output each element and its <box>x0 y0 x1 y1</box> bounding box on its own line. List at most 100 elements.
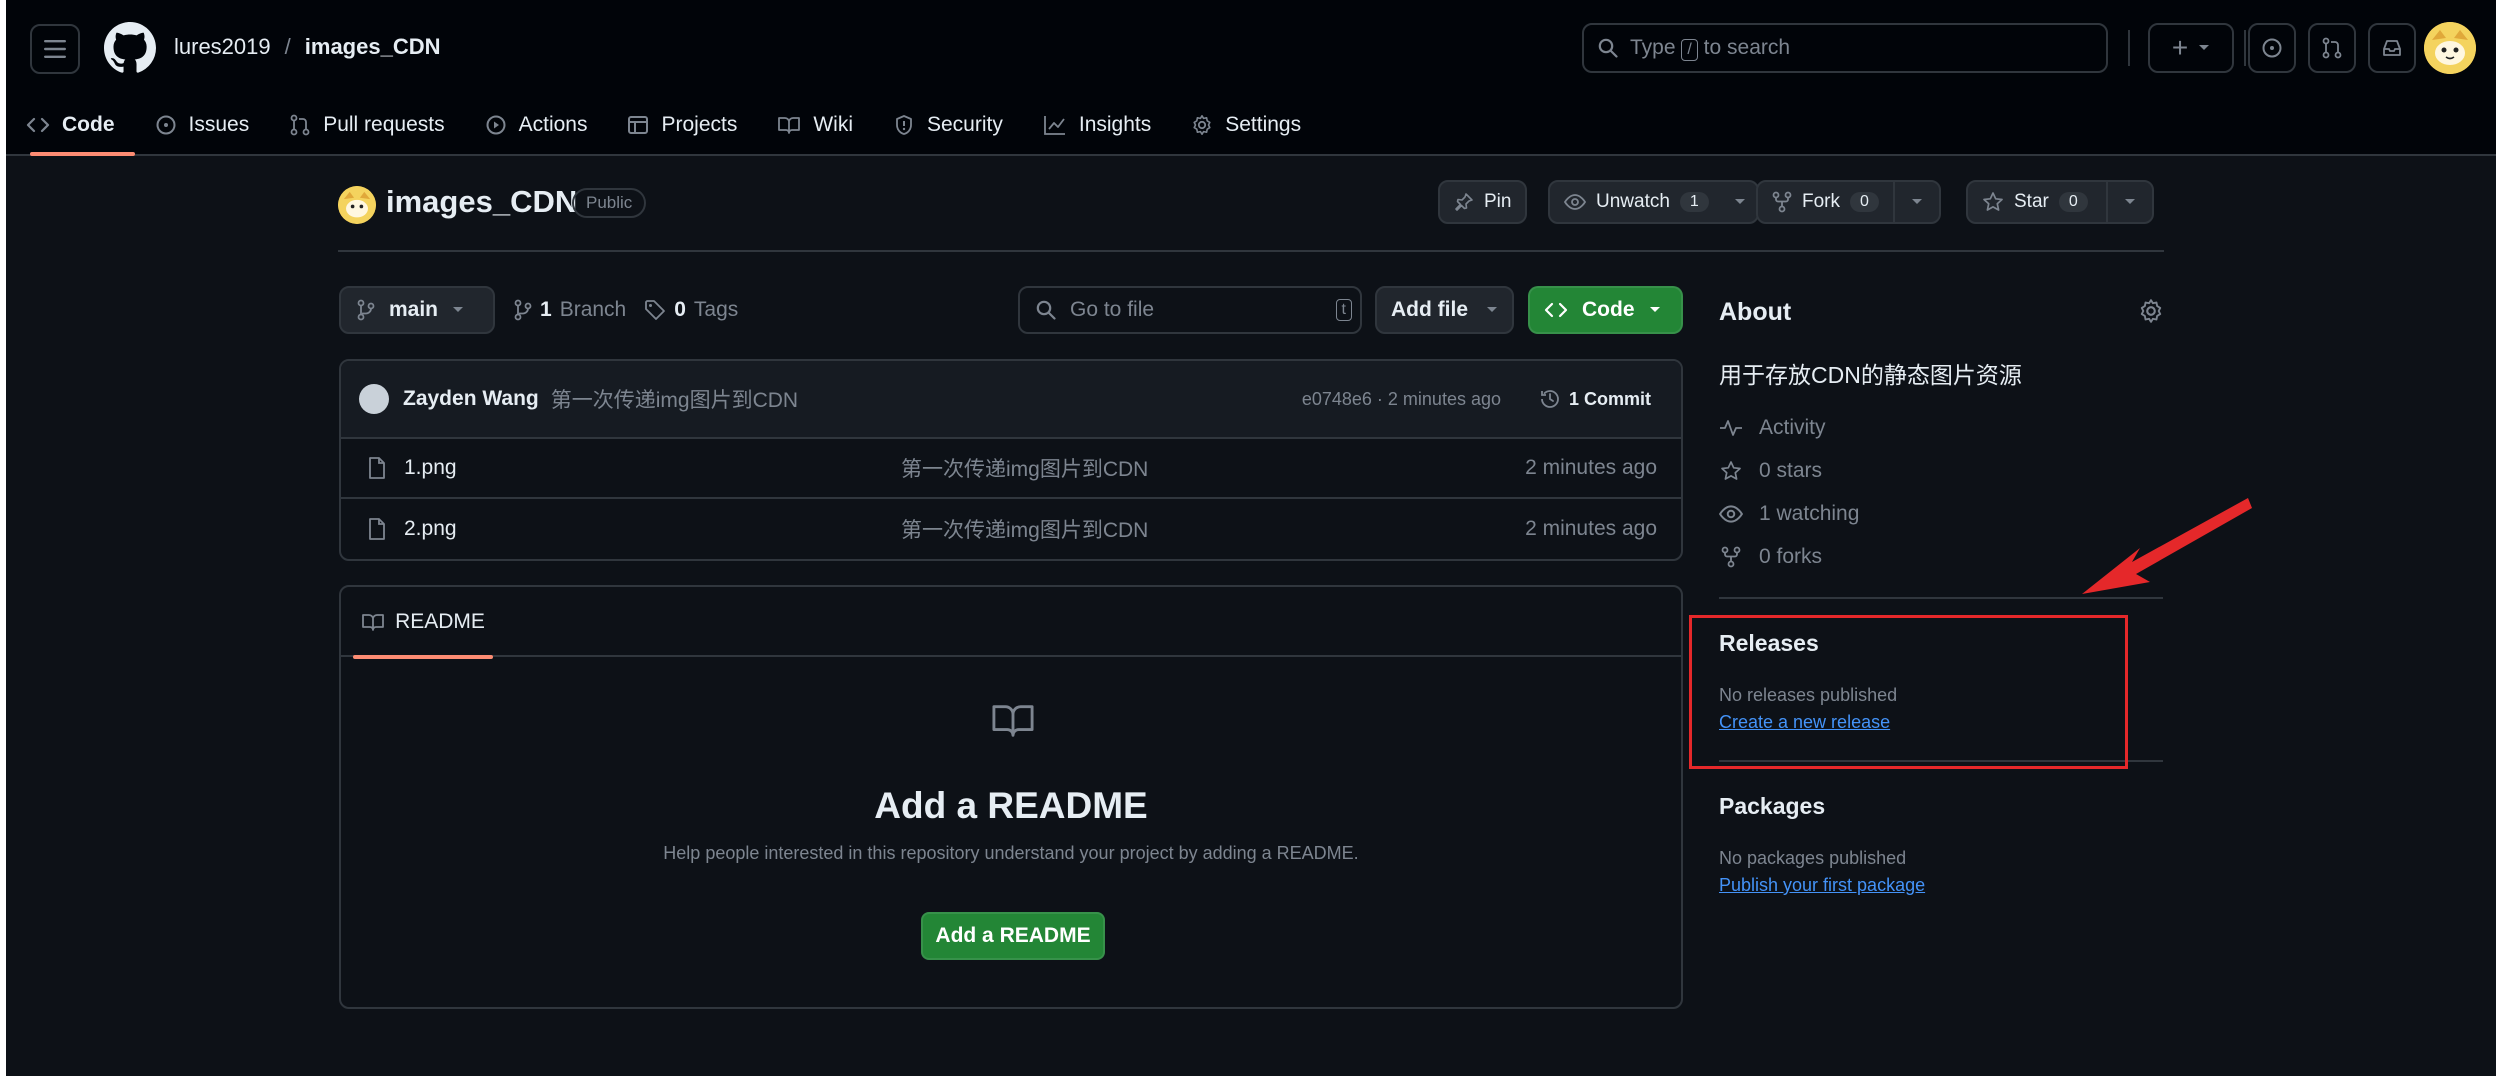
tab-pull-requests[interactable]: Pull requests <box>269 96 464 154</box>
add-readme-button[interactable]: Add a README <box>921 912 1105 960</box>
tab-label: Settings <box>1225 113 1302 136</box>
fork-label: Fork <box>1802 191 1840 212</box>
commit-author[interactable]: Zayden Wang <box>403 387 539 411</box>
unwatch-button[interactable]: Unwatch 1 <box>1548 180 1759 224</box>
tab-label: Wiki <box>813 113 853 136</box>
forks-link[interactable]: 0 forks <box>1719 545 1822 569</box>
graph-icon <box>1043 116 1065 135</box>
tab-label: Projects <box>661 113 738 136</box>
go-to-file-placeholder: Go to file <box>1070 298 1155 321</box>
file-time: 2 minutes ago <box>1525 517 1657 540</box>
branch-count: 1 <box>540 298 552 321</box>
fork-button[interactable]: Fork 0 <box>1756 180 1941 224</box>
stars-link[interactable]: 0 stars <box>1719 459 1822 483</box>
tab-code[interactable]: Code <box>6 96 135 156</box>
pin-button[interactable]: Pin <box>1438 180 1528 224</box>
repo-title[interactable]: images_CDN <box>386 184 577 220</box>
code-button[interactable]: Code <box>1528 286 1683 334</box>
search-input[interactable]: Type / to search <box>1582 23 2108 73</box>
readme-tabbar: README <box>341 587 1681 659</box>
fork-icon <box>1772 191 1792 213</box>
tab-security[interactable]: Security <box>873 96 1023 154</box>
tab-label: Security <box>927 113 1003 136</box>
watch-count: 1 <box>1679 192 1709 212</box>
readme-tab[interactable]: README <box>353 587 493 659</box>
commits-link[interactable]: 1 Commit <box>1539 388 1651 410</box>
latest-commit-row: Zayden Wang 第一次传递img图片到CDN e0748e6 · 2 m… <box>341 361 1681 439</box>
about-settings-button[interactable] <box>2138 298 2164 324</box>
file-time: 2 minutes ago <box>1525 456 1657 479</box>
search-placeholder: Type / to search <box>1630 35 1791 61</box>
watching-link[interactable]: 1 watching <box>1719 502 1859 526</box>
file-row[interactable]: 2.png 第一次传递img图片到CDN 2 minutes ago <box>341 499 1681 559</box>
file-name[interactable]: 1.png <box>404 456 457 480</box>
stars-label: 0 stars <box>1759 459 1823 482</box>
inbox-button[interactable] <box>2368 23 2416 73</box>
forks-label: 0 forks <box>1759 545 1823 568</box>
add-file-label: Add file <box>1391 298 1468 321</box>
code-label: Code <box>1582 298 1635 321</box>
unwatch-dropdown[interactable] <box>1723 182 1757 222</box>
tab-label: Issues <box>188 113 250 136</box>
global-header: lures2019 / images_CDN Type / to search … <box>6 0 2496 156</box>
menu-button[interactable] <box>30 24 80 74</box>
branch-selector[interactable]: main <box>339 286 495 334</box>
watching-label: 1 watching <box>1759 502 1860 525</box>
tab-settings[interactable]: Settings <box>1171 96 1321 154</box>
fork-icon <box>1721 546 1741 568</box>
pulse-icon <box>1720 420 1742 436</box>
tab-actions[interactable]: Actions <box>465 96 608 154</box>
tab-insights[interactable]: Insights <box>1023 96 1171 154</box>
visibility-badge: Public <box>572 188 647 218</box>
file-name[interactable]: 2.png <box>404 517 457 541</box>
repo-link[interactable]: images_CDN <box>305 34 441 60</box>
issues-button[interactable] <box>2248 23 2296 73</box>
go-to-file-input[interactable]: Go to file t <box>1018 286 1362 334</box>
tag-count: 0 <box>674 298 686 321</box>
file-icon <box>369 518 385 540</box>
commit-meta[interactable]: e0748e6 · 2 minutes ago <box>1302 389 1501 410</box>
branch-label: Branch <box>559 298 627 321</box>
hamburger-icon <box>44 40 66 58</box>
go-to-file-shortcut: t <box>1335 299 1352 321</box>
star-label: Star <box>2014 191 2049 212</box>
tab-issues[interactable]: Issues <box>135 96 270 154</box>
file-commit-message[interactable]: 第一次传递img图片到CDN <box>901 453 1148 483</box>
tab-wiki[interactable]: Wiki <box>757 96 873 154</box>
pull-requests-button[interactable] <box>2308 23 2356 73</box>
commit-count-label: 1 Commit <box>1568 388 1651 409</box>
owner-link[interactable]: lures2019 <box>174 34 271 60</box>
tab-label: Actions <box>518 113 588 136</box>
branches-link[interactable]: 1 Branch <box>514 298 626 322</box>
gear-icon <box>1193 115 1211 135</box>
user-avatar[interactable] <box>2424 22 2476 74</box>
caret-down-icon <box>2124 199 2135 204</box>
add-file-button[interactable]: Add file <box>1375 286 1514 334</box>
caret-down-icon <box>1649 307 1660 312</box>
publish-package-link[interactable]: Publish your first package <box>1719 875 1925 896</box>
star-dropdown[interactable] <box>2105 182 2152 222</box>
tab-projects[interactable]: Projects <box>607 96 757 154</box>
fork-dropdown[interactable] <box>1892 182 1939 222</box>
packages-title[interactable]: Packages <box>1719 793 1825 820</box>
pin-icon <box>1455 193 1473 211</box>
star-button[interactable]: Star 0 <box>1966 180 2154 224</box>
file-commit-message[interactable]: 第一次传递img图片到CDN <box>901 514 1148 544</box>
tag-icon <box>645 300 666 320</box>
book-icon <box>778 117 801 134</box>
branch-name: main <box>389 298 439 321</box>
github-logo-icon[interactable] <box>104 22 156 74</box>
inbox-icon <box>2383 40 2401 56</box>
commit-message[interactable]: 第一次传递img图片到CDN <box>551 384 798 414</box>
create-new-button[interactable]: + <box>2148 23 2234 73</box>
activity-link[interactable]: Activity <box>1719 416 1826 440</box>
book-icon <box>362 614 384 631</box>
header-divider <box>2244 30 2246 66</box>
file-icon <box>369 457 385 479</box>
pin-label: Pin <box>1484 191 1512 212</box>
tags-link[interactable]: 0 Tags <box>644 298 738 322</box>
commit-author-avatar[interactable] <box>359 384 389 414</box>
branch-stats: 1 Branch 0 Tags <box>514 298 738 322</box>
code-icon <box>1544 302 1568 318</box>
file-row[interactable]: 1.png 第一次传递img图片到CDN 2 minutes ago <box>341 439 1681 499</box>
